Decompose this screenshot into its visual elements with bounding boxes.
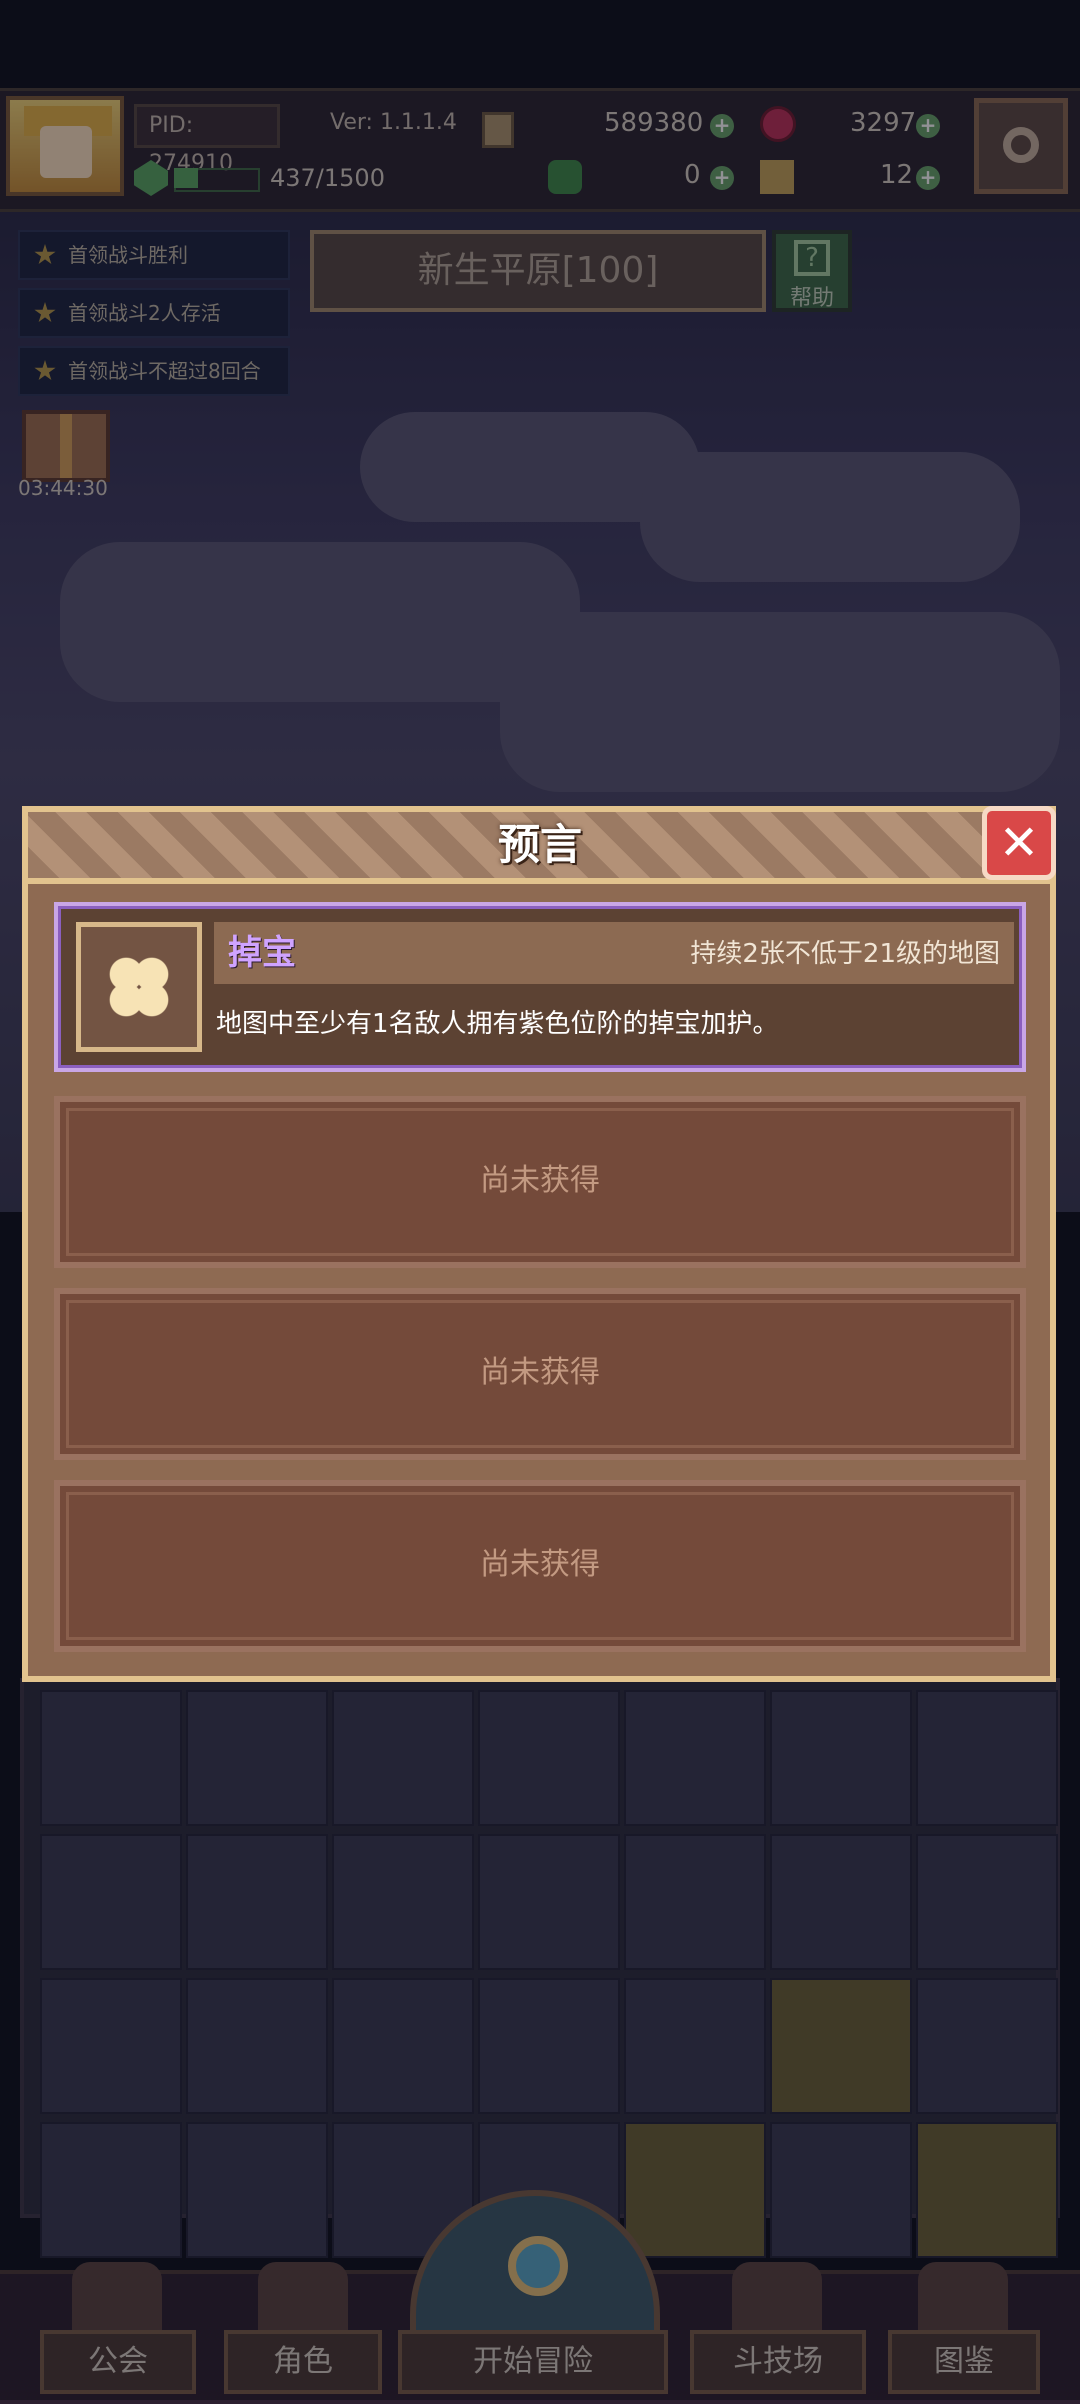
empty-prophecy-slot: 尚未获得 [54,1096,1026,1268]
slot-label: 尚未获得 [480,1163,600,1198]
close-button[interactable]: ✕ [982,806,1056,880]
prophecy-icon-frame [76,922,202,1052]
clover-icon [107,955,171,1019]
prophecy-condition: 持续2张不低于21级的地图 [690,939,1000,969]
empty-prophecy-slot: 尚未获得 [54,1480,1026,1652]
dialog-title: 预言 [497,820,582,869]
prophecy-name: 掉宝 [228,933,296,973]
close-icon: ✕ [998,815,1040,871]
prophecy-description: 地图中至少有1名敌人拥有紫色位阶的掉宝加护。 [216,1009,779,1039]
slot-label: 尚未获得 [480,1355,600,1390]
slot-label: 尚未获得 [480,1547,600,1582]
empty-prophecy-slot: 尚未获得 [54,1288,1026,1460]
